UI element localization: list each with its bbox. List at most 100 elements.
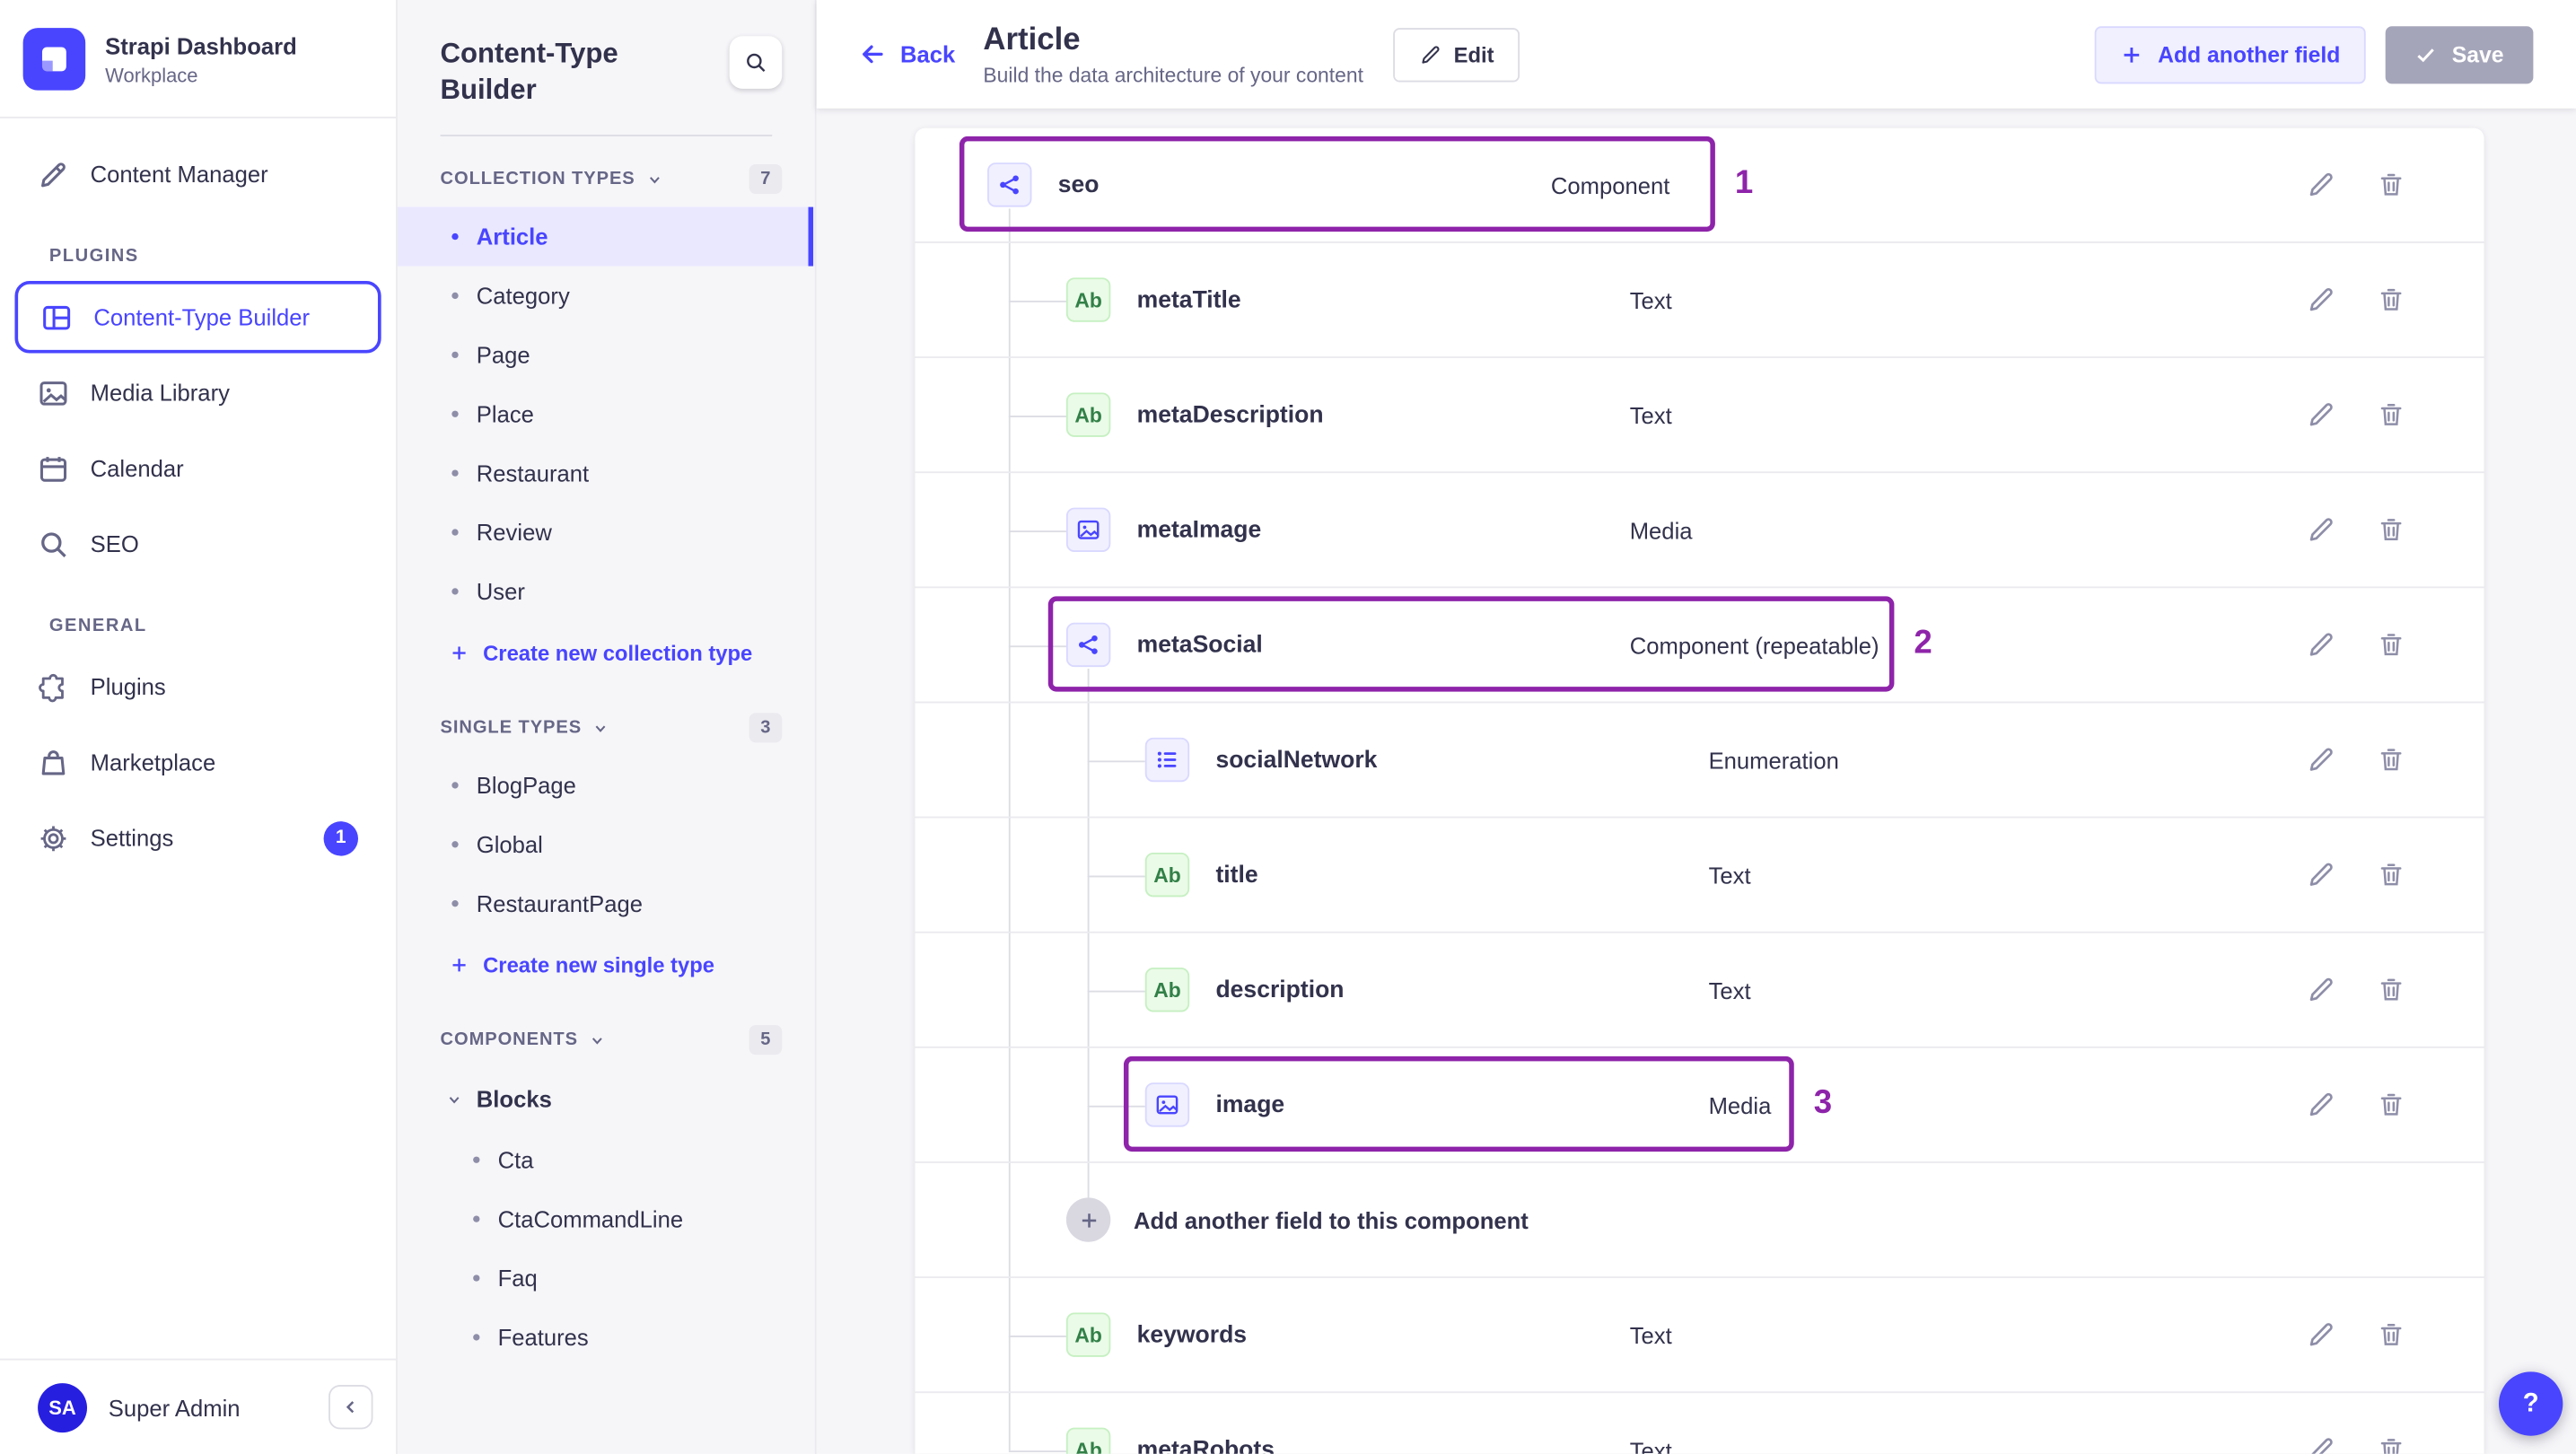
subnav-item-label: Faq <box>497 1265 538 1292</box>
sidebar-item-plugins[interactable]: Plugins <box>14 651 381 723</box>
edit-field-button[interactable] <box>2307 285 2335 313</box>
subnav-item-place[interactable]: Place <box>398 385 815 444</box>
action-create-new-collection-type[interactable]: Create new collection type <box>398 621 815 685</box>
workspace-brand[interactable]: Strapi Dashboard Workplace <box>0 0 396 117</box>
add-another-field-button[interactable]: Add another field <box>2095 25 2367 83</box>
subnav-item-label: Restaurant <box>476 460 590 487</box>
delete-field-button[interactable] <box>2378 401 2405 429</box>
edit-field-button[interactable] <box>2307 976 2335 1003</box>
fields-list: seo Component 1 Ab metaTitle Text Ab metaDescri… <box>915 128 2484 1454</box>
subnav-item-blogpage[interactable]: BlogPage <box>398 756 815 815</box>
sidebar-item-seo[interactable]: SEO <box>14 508 381 581</box>
save-button[interactable]: Save <box>2386 25 2534 83</box>
sidebar-item-marketplace[interactable]: Marketplace <box>14 726 381 799</box>
subnav-item-restaurant[interactable]: Restaurant <box>398 444 815 504</box>
sidebar-item-content-type-builder[interactable]: Content-Type Builder <box>14 280 381 354</box>
avatar[interactable]: SA <box>38 1382 88 1432</box>
field-row-seo: seo Component 1 <box>915 128 2484 243</box>
field-name: metaImage <box>1136 516 1262 543</box>
subnav-item-cta[interactable]: Cta <box>398 1131 815 1190</box>
delete-field-button[interactable] <box>2378 976 2405 1003</box>
collapse-sidebar-button[interactable] <box>329 1384 373 1430</box>
delete-field-button[interactable] <box>2378 1321 2405 1349</box>
sidebar-item-media-library[interactable]: Media Library <box>14 356 381 429</box>
edit-button[interactable]: Edit <box>1392 27 1520 82</box>
field-name: seo <box>1057 171 1100 198</box>
subnav-item-review[interactable]: Review <box>398 503 815 562</box>
back-link[interactable]: Back <box>859 41 955 67</box>
edit-field-button[interactable] <box>2307 746 2335 774</box>
sidebar-item-label: Settings <box>90 824 174 852</box>
delete-field-button[interactable] <box>2378 746 2405 774</box>
bullet-icon <box>451 469 459 477</box>
delete-field-button[interactable] <box>2378 516 2405 544</box>
field-row-metadescription: Ab metaDescription Text <box>915 358 2484 474</box>
subnav-item-restaurantpage[interactable]: RestaurantPage <box>398 874 815 933</box>
subnav-item-page[interactable]: Page <box>398 326 815 385</box>
field-type: Component (repeatable) <box>1629 631 1879 659</box>
subnav-section-header-components[interactable]: COMPONENTS 5 <box>398 997 815 1068</box>
subnav-section-header-collection-types[interactable]: COLLECTION TYPES 7 <box>398 136 815 207</box>
delete-field-button[interactable] <box>2378 1090 2405 1118</box>
subnav-section-count: 7 <box>749 164 783 195</box>
row-actions <box>2307 1436 2405 1454</box>
subnav-section-label: COMPONENTS <box>440 1029 578 1050</box>
chevron-down-icon <box>593 721 608 735</box>
row-actions <box>2307 516 2405 544</box>
edit-field-button[interactable] <box>2307 401 2335 429</box>
bullet-icon <box>451 352 459 359</box>
field-name: image <box>1215 1091 1285 1118</box>
edit-field-button[interactable] <box>2307 1436 2335 1454</box>
media-icon <box>1144 1082 1190 1127</box>
sidebar-item-calendar[interactable]: Calendar <box>14 432 381 504</box>
subnav-item-user[interactable]: User <box>398 562 815 621</box>
field-row-metaimage: metaImage Media <box>915 473 2484 589</box>
bullet-icon <box>451 293 459 300</box>
workspace-title: Strapi Dashboard <box>105 31 297 58</box>
delete-field-button[interactable] <box>2378 631 2405 659</box>
subnav-item-label: Article <box>476 223 548 250</box>
edit-field-button[interactable] <box>2307 1090 2335 1118</box>
field-type: Media <box>1629 516 1693 543</box>
search-icon <box>38 528 69 559</box>
chevron-down-icon <box>590 1033 604 1047</box>
subnav-item-faq[interactable]: Faq <box>398 1248 815 1308</box>
enum-icon <box>1144 737 1190 783</box>
edit-label: Edit <box>1453 41 1494 67</box>
edit-field-button[interactable] <box>2307 631 2335 659</box>
plus-icon <box>2122 44 2143 66</box>
calendar-icon <box>38 452 69 484</box>
subnav-item-label: Features <box>497 1324 589 1351</box>
delete-field-button[interactable] <box>2378 861 2405 889</box>
sidebar-item-settings[interactable]: Settings 1 <box>14 801 381 874</box>
field-name: socialNetwork <box>1215 746 1378 774</box>
edit-field-button[interactable] <box>2307 171 2335 198</box>
subnav-item-features[interactable]: Features <box>398 1308 815 1367</box>
subnav-section-header-single-types[interactable]: SINGLE TYPES 3 <box>398 686 815 757</box>
subnav-title: Content-Type Builder <box>440 38 618 106</box>
delete-field-button[interactable] <box>2378 171 2405 198</box>
add-field-to-component-row[interactable]: Add another field to this component <box>915 1163 2484 1279</box>
subnav-item-ctacommandline[interactable]: CtaCommandLine <box>398 1190 815 1249</box>
back-label: Back <box>900 40 956 68</box>
subnav-item-global[interactable]: Global <box>398 815 815 874</box>
search-button[interactable] <box>729 36 783 89</box>
action-create-new-single-type[interactable]: Create new single type <box>398 933 815 997</box>
sidebar-item-content-manager[interactable]: Content Manager <box>14 138 381 211</box>
field-type: Enumeration <box>1708 746 1839 774</box>
subnav-item-category[interactable]: Category <box>398 267 815 326</box>
field-type: Component <box>1550 171 1670 198</box>
edit-field-button[interactable] <box>2307 516 2335 544</box>
workspace-subtitle: Workplace <box>105 63 198 87</box>
delete-field-button[interactable] <box>2378 285 2405 313</box>
delete-field-button[interactable] <box>2378 1436 2405 1454</box>
help-button[interactable]: ? <box>2498 1371 2563 1436</box>
edit-field-button[interactable] <box>2307 861 2335 889</box>
field-type: Text <box>1629 286 1672 313</box>
header-actions: Add another field Save <box>2095 25 2534 83</box>
edit-field-button[interactable] <box>2307 1321 2335 1349</box>
component-category-blocks[interactable]: Blocks <box>398 1068 815 1131</box>
subnav-item-article[interactable]: Article <box>397 206 815 267</box>
bullet-icon <box>451 841 459 848</box>
row-actions <box>2307 401 2405 429</box>
